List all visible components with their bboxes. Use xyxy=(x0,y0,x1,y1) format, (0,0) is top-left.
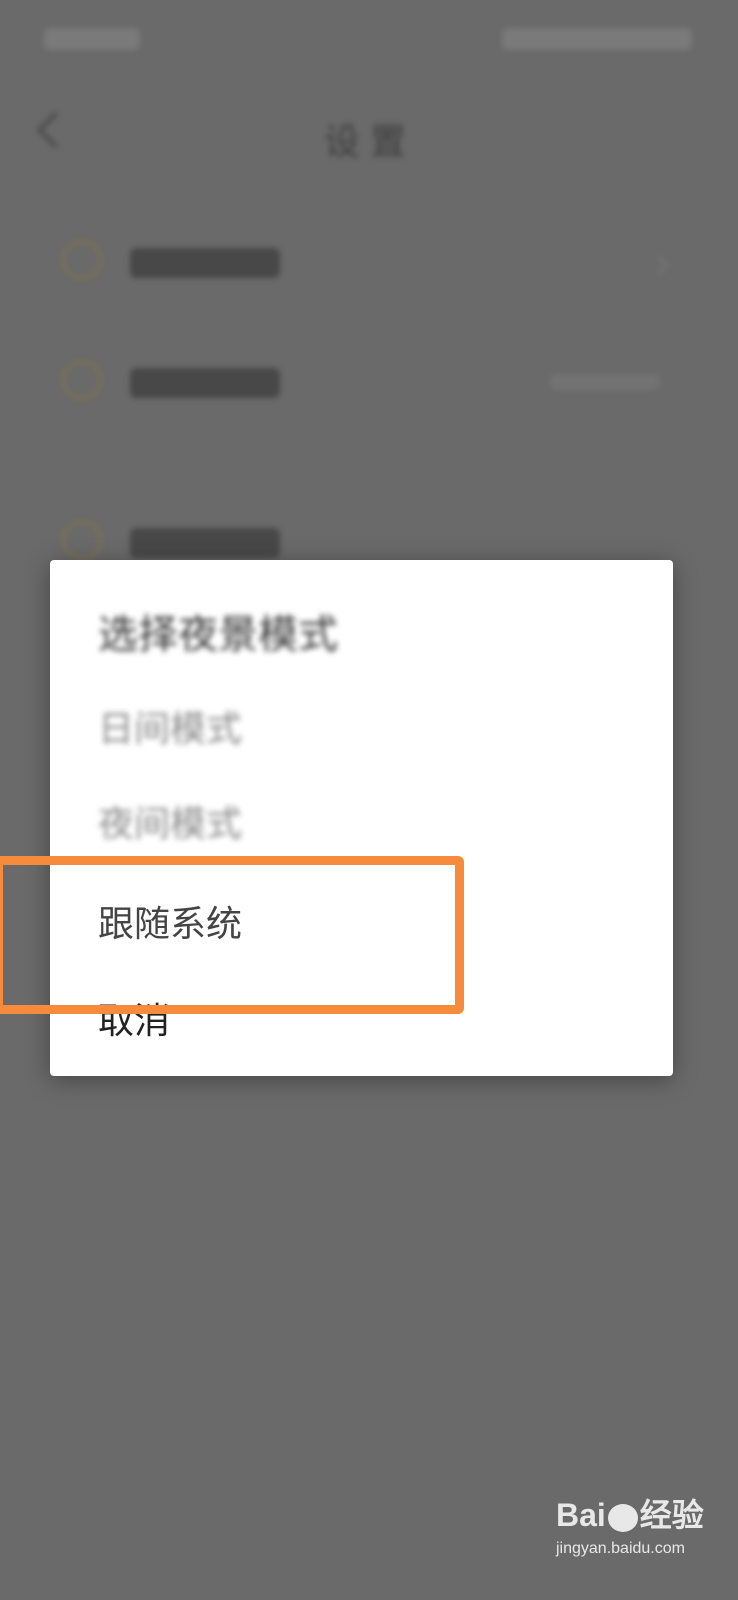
highlight-annotation xyxy=(0,856,464,1014)
status-icons xyxy=(502,28,692,50)
day-mode-option[interactable]: 日间模式 xyxy=(98,700,242,752)
setting-label xyxy=(130,368,280,398)
watermark-brand-right: 经验 xyxy=(639,1497,704,1533)
status-bar xyxy=(0,0,738,90)
back-arrow-icon[interactable] xyxy=(36,111,74,149)
settings-row[interactable] xyxy=(0,220,738,310)
watermark-site: jingyan.baidu.com xyxy=(556,1540,685,1557)
paw-icon xyxy=(607,1503,638,1532)
setting-value xyxy=(550,374,660,390)
baidu-jingyan-watermark: Bai 经验 jingyan.baidu.com xyxy=(556,1490,716,1580)
settings-row[interactable] xyxy=(0,340,738,430)
watermark-logo: Bai 经验 xyxy=(556,1490,716,1536)
watermark-brand-left: Bai xyxy=(556,1497,606,1533)
carrier-indicator xyxy=(44,28,140,50)
chevron-right-icon xyxy=(647,254,670,277)
page-title: 设置 xyxy=(323,122,416,163)
dialog-title: 选择夜景模式 xyxy=(98,612,338,658)
setting-label xyxy=(130,528,280,558)
setting-icon xyxy=(62,520,102,560)
setting-label xyxy=(130,248,280,278)
nav-bar: 设置 xyxy=(0,95,738,165)
setting-icon xyxy=(62,240,102,280)
setting-icon xyxy=(62,360,102,400)
night-mode-option[interactable]: 夜间模式 xyxy=(98,795,242,847)
